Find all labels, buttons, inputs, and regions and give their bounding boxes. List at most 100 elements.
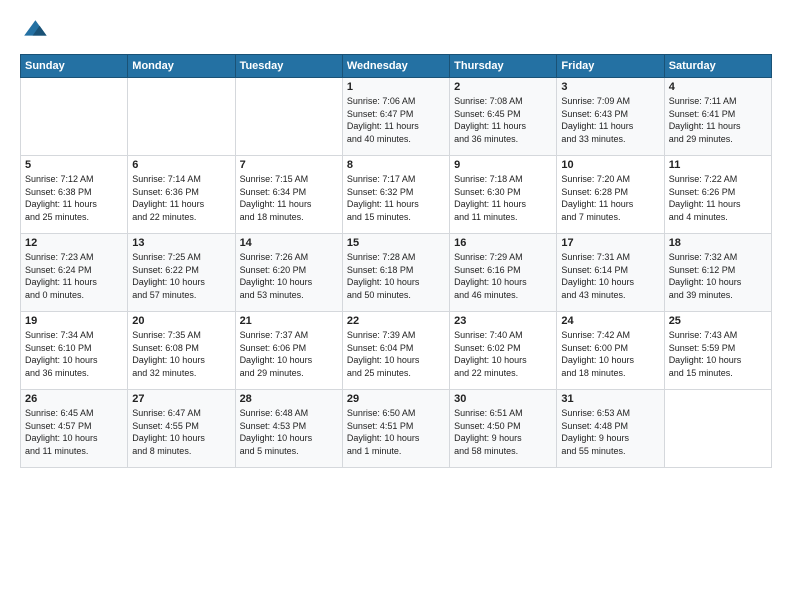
day-info: Sunrise: 7:34 AM Sunset: 6:10 PM Dayligh… [25, 329, 123, 379]
day-info: Sunrise: 7:08 AM Sunset: 6:45 PM Dayligh… [454, 95, 552, 145]
day-number: 21 [240, 315, 338, 327]
day-number: 1 [347, 81, 445, 93]
calendar-table: SundayMondayTuesdayWednesdayThursdayFrid… [20, 54, 772, 468]
calendar-cell [128, 78, 235, 156]
day-info: Sunrise: 7:32 AM Sunset: 6:12 PM Dayligh… [669, 251, 767, 301]
calendar-cell: 23 Sunrise: 7:40 AM Sunset: 6:02 PM Dayli… [450, 312, 557, 390]
calendar-cell: 30 Sunrise: 6:51 AM Sunset: 4:50 PM Dayli… [450, 390, 557, 468]
day-number: 24 [561, 315, 659, 327]
day-info: Sunrise: 7:35 AM Sunset: 6:08 PM Dayligh… [132, 329, 230, 379]
day-info: Sunrise: 7:09 AM Sunset: 6:43 PM Dayligh… [561, 95, 659, 145]
calendar-cell: 2 Sunrise: 7:08 AM Sunset: 6:45 PM Daylig… [450, 78, 557, 156]
calendar-cell: 18 Sunrise: 7:32 AM Sunset: 6:12 PM Dayli… [664, 234, 771, 312]
calendar-cell: 6 Sunrise: 7:14 AM Sunset: 6:36 PM Daylig… [128, 156, 235, 234]
day-info: Sunrise: 7:43 AM Sunset: 5:59 PM Dayligh… [669, 329, 767, 379]
day-info: Sunrise: 7:39 AM Sunset: 6:04 PM Dayligh… [347, 329, 445, 379]
calendar-cell: 24 Sunrise: 7:42 AM Sunset: 6:00 PM Dayli… [557, 312, 664, 390]
calendar-week-5: 26Sunrise: 6:45 AM Sunset: 4:57 PM Dayli… [21, 390, 772, 468]
day-number: 20 [132, 315, 230, 327]
weekday-header-monday: Monday [128, 55, 235, 78]
day-number: 18 [669, 237, 767, 249]
calendar-cell: 10 Sunrise: 7:20 AM Sunset: 6:28 PM Dayli… [557, 156, 664, 234]
calendar-cell [664, 390, 771, 468]
day-info: Sunrise: 7:37 AM Sunset: 6:06 PM Dayligh… [240, 329, 338, 379]
day-info: Sunrise: 7:31 AM Sunset: 6:14 PM Dayligh… [561, 251, 659, 301]
day-info: Sunrise: 6:48 AM Sunset: 4:53 PM Dayligh… [240, 407, 338, 457]
header [20, 16, 772, 44]
day-number: 11 [669, 159, 767, 171]
day-number: 5 [25, 159, 123, 171]
day-number: 17 [561, 237, 659, 249]
calendar-cell: 1 Sunrise: 7:06 AM Sunset: 6:47 PM Daylig… [342, 78, 449, 156]
day-info: Sunrise: 6:47 AM Sunset: 4:55 PM Dayligh… [132, 407, 230, 457]
day-info: Sunrise: 7:42 AM Sunset: 6:00 PM Dayligh… [561, 329, 659, 379]
calendar-cell: 17 Sunrise: 7:31 AM Sunset: 6:14 PM Dayli… [557, 234, 664, 312]
day-number: 3 [561, 81, 659, 93]
weekday-header-friday: Friday [557, 55, 664, 78]
calendar-cell: 28 Sunrise: 6:48 AM Sunset: 4:53 PM Dayli… [235, 390, 342, 468]
day-number: 2 [454, 81, 552, 93]
day-info: Sunrise: 7:17 AM Sunset: 6:32 PM Dayligh… [347, 173, 445, 223]
weekday-header-saturday: Saturday [664, 55, 771, 78]
calendar-cell: 29 Sunrise: 6:50 AM Sunset: 4:51 PM Dayli… [342, 390, 449, 468]
day-number: 28 [240, 393, 338, 405]
weekday-header-sunday: Sunday [21, 55, 128, 78]
calendar-cell: 9Sunrise: 7:18 AM Sunset: 6:30 PM Daylig… [450, 156, 557, 234]
day-info: Sunrise: 7:25 AM Sunset: 6:22 PM Dayligh… [132, 251, 230, 301]
day-info: Sunrise: 6:51 AM Sunset: 4:50 PM Dayligh… [454, 407, 552, 457]
day-info: Sunrise: 6:53 AM Sunset: 4:48 PM Dayligh… [561, 407, 659, 457]
weekday-header-wednesday: Wednesday [342, 55, 449, 78]
calendar-cell: 20 Sunrise: 7:35 AM Sunset: 6:08 PM Dayli… [128, 312, 235, 390]
calendar-header: SundayMondayTuesdayWednesdayThursdayFrid… [21, 55, 772, 78]
day-number: 27 [132, 393, 230, 405]
calendar-cell: 15Sunrise: 7:28 AM Sunset: 6:18 PM Dayli… [342, 234, 449, 312]
day-info: Sunrise: 7:11 AM Sunset: 6:41 PM Dayligh… [669, 95, 767, 145]
calendar-cell: 22 Sunrise: 7:39 AM Sunset: 6:04 PM Dayli… [342, 312, 449, 390]
day-info: Sunrise: 7:18 AM Sunset: 6:30 PM Dayligh… [454, 173, 552, 223]
calendar-cell: 11 Sunrise: 7:22 AM Sunset: 6:26 PM Dayli… [664, 156, 771, 234]
day-info: Sunrise: 7:15 AM Sunset: 6:34 PM Dayligh… [240, 173, 338, 223]
day-info: Sunrise: 7:06 AM Sunset: 6:47 PM Dayligh… [347, 95, 445, 145]
calendar-body: 1 Sunrise: 7:06 AM Sunset: 6:47 PM Daylig… [21, 78, 772, 468]
calendar-cell: 4 Sunrise: 7:11 AM Sunset: 6:41 PM Daylig… [664, 78, 771, 156]
weekday-header-tuesday: Tuesday [235, 55, 342, 78]
day-info: Sunrise: 7:12 AM Sunset: 6:38 PM Dayligh… [25, 173, 123, 223]
day-number: 14 [240, 237, 338, 249]
day-number: 6 [132, 159, 230, 171]
day-info: Sunrise: 7:29 AM Sunset: 6:16 PM Dayligh… [454, 251, 552, 301]
day-number: 29 [347, 393, 445, 405]
calendar-cell [235, 78, 342, 156]
day-number: 12 [25, 237, 123, 249]
day-info: Sunrise: 7:20 AM Sunset: 6:28 PM Dayligh… [561, 173, 659, 223]
day-info: Sunrise: 6:45 AM Sunset: 4:57 PM Dayligh… [25, 407, 123, 457]
day-number: 16 [454, 237, 552, 249]
day-info: Sunrise: 7:23 AM Sunset: 6:24 PM Dayligh… [25, 251, 123, 301]
calendar-cell: 27 Sunrise: 6:47 AM Sunset: 4:55 PM Dayli… [128, 390, 235, 468]
day-info: Sunrise: 7:26 AM Sunset: 6:20 PM Dayligh… [240, 251, 338, 301]
day-number: 22 [347, 315, 445, 327]
day-info: Sunrise: 7:22 AM Sunset: 6:26 PM Dayligh… [669, 173, 767, 223]
calendar-cell: 8Sunrise: 7:17 AM Sunset: 6:32 PM Daylig… [342, 156, 449, 234]
day-number: 7 [240, 159, 338, 171]
day-number: 30 [454, 393, 552, 405]
calendar-cell: 3 Sunrise: 7:09 AM Sunset: 6:43 PM Daylig… [557, 78, 664, 156]
day-number: 13 [132, 237, 230, 249]
weekday-row: SundayMondayTuesdayWednesdayThursdayFrid… [21, 55, 772, 78]
weekday-header-thursday: Thursday [450, 55, 557, 78]
calendar-cell: 5 Sunrise: 7:12 AM Sunset: 6:38 PM Daylig… [21, 156, 128, 234]
page: SundayMondayTuesdayWednesdayThursdayFrid… [0, 0, 792, 612]
day-info: Sunrise: 7:14 AM Sunset: 6:36 PM Dayligh… [132, 173, 230, 223]
calendar-week-3: 12 Sunrise: 7:23 AM Sunset: 6:24 PM Dayli… [21, 234, 772, 312]
calendar-week-2: 5 Sunrise: 7:12 AM Sunset: 6:38 PM Daylig… [21, 156, 772, 234]
day-info: Sunrise: 7:40 AM Sunset: 6:02 PM Dayligh… [454, 329, 552, 379]
day-number: 4 [669, 81, 767, 93]
day-number: 15 [347, 237, 445, 249]
calendar-cell: 16 Sunrise: 7:29 AM Sunset: 6:16 PM Dayli… [450, 234, 557, 312]
day-number: 23 [454, 315, 552, 327]
day-info: Sunrise: 6:50 AM Sunset: 4:51 PM Dayligh… [347, 407, 445, 457]
logo [20, 16, 52, 44]
calendar-cell: 19 Sunrise: 7:34 AM Sunset: 6:10 PM Dayli… [21, 312, 128, 390]
day-number: 19 [25, 315, 123, 327]
day-number: 10 [561, 159, 659, 171]
calendar-cell: 12 Sunrise: 7:23 AM Sunset: 6:24 PM Dayli… [21, 234, 128, 312]
